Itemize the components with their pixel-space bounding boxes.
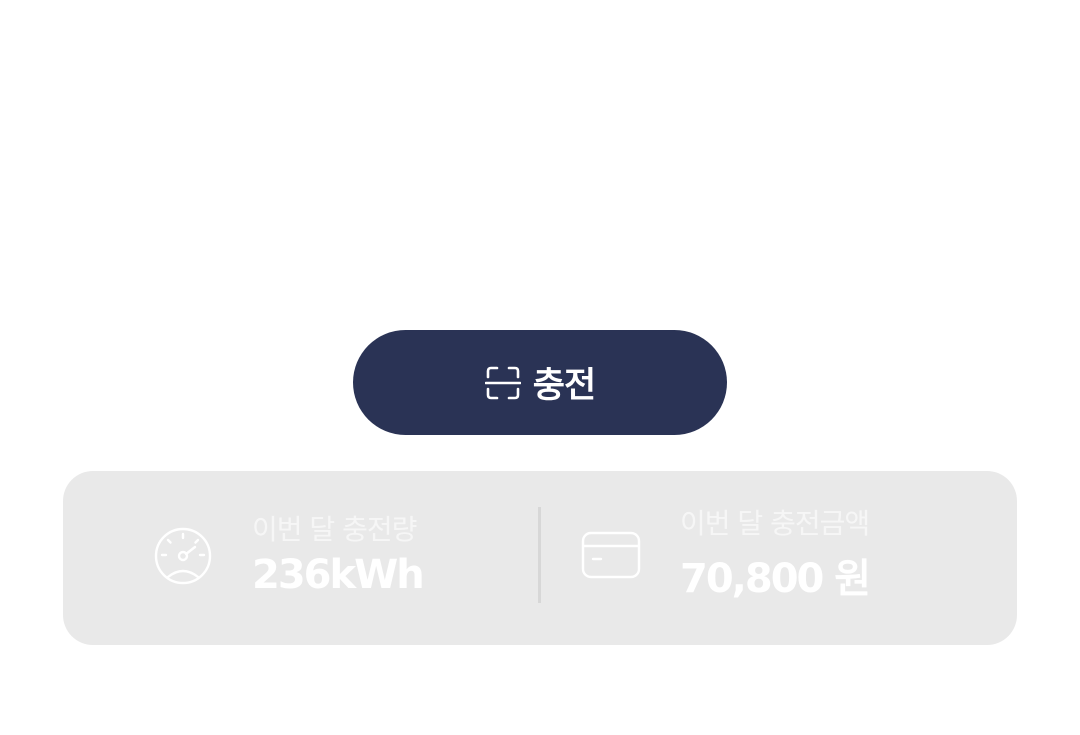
charge-button-label: 충전 bbox=[532, 366, 596, 406]
monthly-cost-label: 이번 달 충전금액 bbox=[680, 507, 870, 540]
monthly-energy-label: 이번 달 충전량 bbox=[252, 513, 417, 546]
card-icon bbox=[581, 531, 641, 579]
monthly-energy-value: 236kWh bbox=[252, 552, 425, 598]
charge-button[interactable]: 충전 bbox=[353, 330, 727, 435]
page: 충전 이번 달 충전량 236kWh 이번 달 충전금액 70,800 원 bbox=[0, 0, 1080, 735]
gauge-icon bbox=[154, 527, 212, 585]
scan-icon bbox=[484, 366, 521, 399]
monthly-cost-value: 70,800 원 bbox=[680, 556, 871, 602]
stats-divider bbox=[538, 507, 541, 603]
